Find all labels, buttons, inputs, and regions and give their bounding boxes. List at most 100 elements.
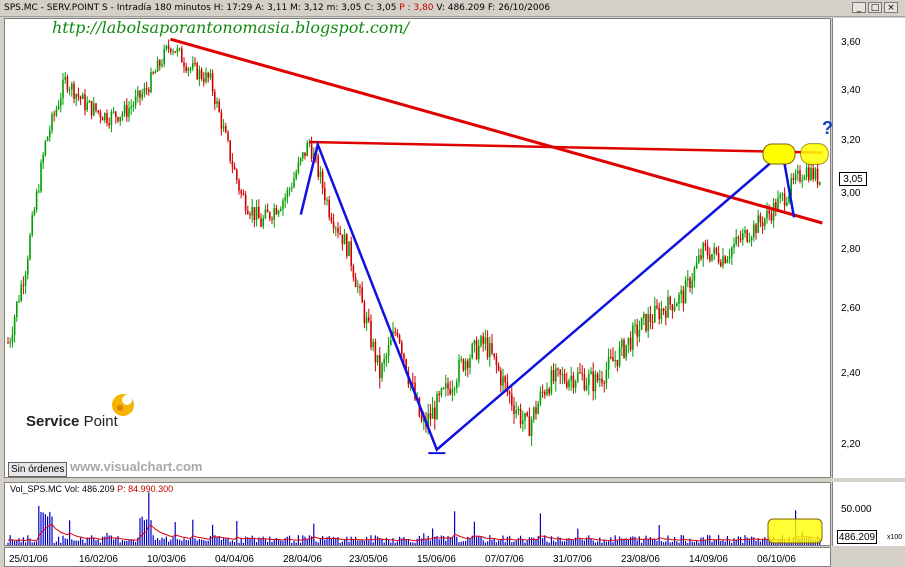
candle-body [786,202,788,206]
candle-body [53,114,55,116]
candle-body [280,208,282,211]
candle-body [154,71,157,74]
candle-body [555,368,557,382]
candle-body [533,407,535,420]
candle-body [348,241,350,257]
candle-body [733,244,735,248]
candle-body [783,193,786,206]
candle-body [130,106,132,109]
candle-body [167,45,170,49]
candle-body [770,213,773,221]
candle-body [548,389,550,394]
candle-body [271,218,273,220]
candle-body [220,112,223,129]
candle-body [211,73,214,92]
candle-body [691,280,693,288]
candle-body [761,222,764,227]
candle-body [387,345,390,356]
candle-body [728,256,731,259]
candle-body [715,247,718,254]
candle-body [346,234,348,257]
candle-body [513,405,515,414]
candle-body [29,235,31,260]
candle-body [9,341,11,343]
candle-body [577,372,579,382]
volume-current: Vol: 486.209 [64,484,115,494]
candle-body [352,265,355,278]
candle-body [198,69,201,80]
candle-body [680,290,682,295]
candle-body [462,359,465,371]
volume-average-line [7,523,820,542]
candle-body [502,376,504,386]
candle-body [570,375,572,381]
candle-body [451,389,454,395]
candle-body [132,105,135,107]
candle-body [176,48,179,53]
candle-body [585,384,588,390]
candle-body [60,98,62,106]
candle-body [429,413,432,419]
volume-title: Vol_SPS.MC Vol: 486.209 P: 84.990.300 [10,484,173,494]
candle-body [689,278,691,288]
candle-body [244,194,247,211]
candle-body [519,408,522,424]
candle-body [165,45,168,49]
candle-body [592,371,594,392]
candle-body [643,313,645,318]
candle-body [572,375,575,388]
candle-body [277,210,280,215]
candle-body [121,113,124,117]
candle-body [145,88,148,90]
candle-body [42,155,44,164]
candle-body [625,344,627,358]
blog-url: http://labolsaporantonomasia.blogspot.co… [52,18,409,37]
candle-body [500,370,502,386]
candle-body [93,103,95,116]
candle-body [636,324,638,337]
candle-body [665,311,667,318]
candle-body [671,304,674,311]
candle-body [310,142,313,159]
candle-body [755,224,757,233]
candle-body [238,180,240,191]
candle-body [251,207,253,216]
candle-body [601,378,603,384]
candle-body [354,277,357,288]
candle-body [104,113,106,121]
candle-body [812,167,814,180]
candle-body [753,224,755,238]
candle-body [317,155,319,177]
candle-body [88,100,91,103]
candle-body [275,207,278,215]
candle-body [288,188,291,190]
candle-body [82,94,84,100]
candle-body [599,378,601,381]
candle-body [260,218,262,227]
candle-body [372,341,374,348]
candle-body [321,171,324,189]
logo-text-bold: Service [26,413,80,430]
candle-body [535,407,537,414]
candle-body [781,193,784,196]
candle-body [148,89,150,93]
candle-body [581,373,583,375]
candle-body [357,286,359,288]
candle-body [530,419,533,436]
candle-body [810,167,812,181]
candle-body [711,253,713,261]
candle-body [658,307,660,320]
candle-body [13,316,16,336]
candle-body [528,415,531,436]
highlight-marker [762,143,796,165]
candle-body [324,188,326,201]
candle-body [482,336,484,344]
candle-body [282,200,284,209]
candle-body [194,63,196,65]
candle-body [189,68,192,70]
candle-body [214,91,216,104]
candle-body [552,370,555,382]
candle-body [44,140,47,156]
candle-body [112,111,115,113]
orders-button[interactable]: Sin órdenes [8,462,68,477]
